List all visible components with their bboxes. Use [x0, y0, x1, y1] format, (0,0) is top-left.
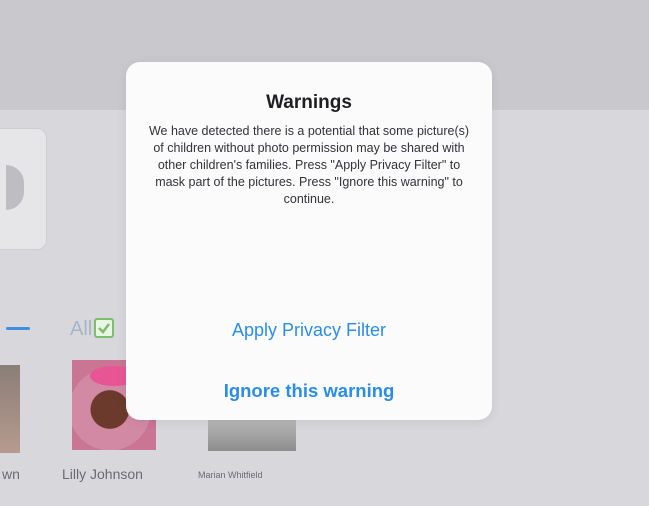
app-screen: All wn Lilly Johnson Marian Whitfield Wa… — [0, 0, 649, 506]
student-photo-marian[interactable] — [208, 415, 296, 451]
warning-dialog: Warnings We have detected there is a pot… — [126, 62, 492, 420]
student-name: Marian Whitfield — [198, 470, 263, 480]
all-filter-label: All — [70, 318, 93, 340]
all-checkbox[interactable] — [94, 318, 114, 338]
dialog-message: We have detected there is a potential th… — [148, 124, 470, 206]
checkmark-icon — [98, 323, 110, 334]
student-name: wn — [2, 466, 20, 482]
student-photo[interactable] — [0, 365, 20, 453]
student-name: Lilly Johnson — [62, 466, 143, 482]
dialog-title: Warnings — [266, 92, 352, 113]
selection-indicator — [6, 327, 30, 330]
apply-privacy-filter-button[interactable]: Apply Privacy Filter — [126, 320, 492, 341]
ignore-warning-button[interactable]: Ignore this warning — [126, 380, 492, 402]
